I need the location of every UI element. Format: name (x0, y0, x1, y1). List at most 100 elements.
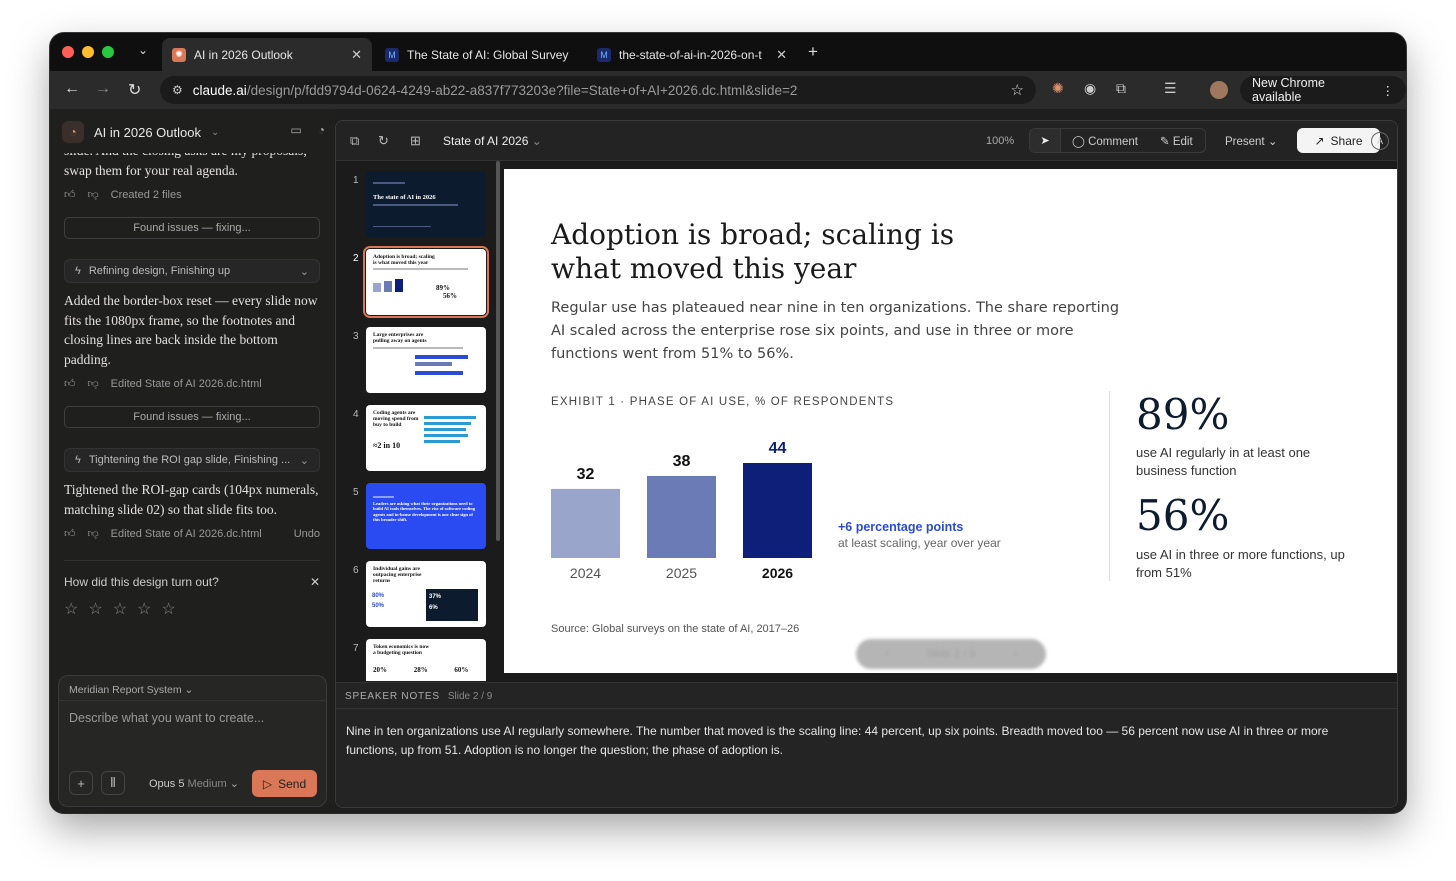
thumbnail-slide-2[interactable]: 2 Adoption is broad; scaling is what mov… (350, 246, 490, 318)
created-files-link[interactable]: Created 2 files (111, 189, 182, 201)
send-icon: ▷ (262, 776, 273, 791)
back-arrow-icon[interactable]: ← (64, 80, 80, 98)
extensions-puzzle-icon[interactable]: ⧉ (1116, 80, 1126, 97)
reload-icon[interactable]: ↻ (128, 80, 141, 100)
edit-button[interactable]: ✎ Edit (1160, 134, 1193, 148)
prompt-composer: Meridian Report System ⌄ Describe what y… (58, 675, 327, 807)
change-callout-caption: at least scaling, year over year (838, 536, 1001, 550)
source-footnote: Source: Global surveys on the state of A… (551, 623, 800, 635)
send-button[interactable]: ▷ Send (252, 770, 317, 797)
minimize-window-button[interactable] (82, 46, 94, 58)
claude-favicon-icon: ✺ (172, 47, 186, 62)
star-icon[interactable]: ☆ (88, 599, 102, 619)
thumbs-down-icon[interactable]: 👎︎ (88, 188, 99, 201)
more-menu-icon[interactable]: ⋮ (1382, 83, 1395, 98)
tab-state-of-ai-survey[interactable]: M The State of AI: Global Survey (375, 38, 585, 71)
panel-toggle-icon[interactable]: ▭ (290, 123, 301, 137)
site-settings-icon[interactable]: ⚙ (172, 83, 183, 97)
assistant-message: slide. And the closing asks are my propo… (64, 153, 307, 178)
project-title: AI in 2026 Outlook (94, 124, 201, 140)
share-icon: ↗ (1314, 133, 1325, 148)
present-button[interactable]: Present ⌄ (1225, 134, 1277, 148)
lightning-icon: ϟ (75, 265, 81, 277)
claude-extension-icon[interactable]: ✺ (1052, 80, 1064, 97)
design-system-selector[interactable]: Meridian Report System ⌄ (69, 684, 193, 696)
thumbs-up-icon[interactable]: 👍︎ (64, 377, 76, 390)
refresh-icon[interactable]: ↻ (378, 133, 389, 149)
slide-canvas[interactable]: Adoption is broad; scaling is what moved… (504, 169, 1397, 673)
undo-button[interactable]: Undo (294, 528, 320, 540)
tab-ai-outlook[interactable]: ✺ AI in 2026 Outlook ✕ (162, 38, 372, 71)
thumbs-up-icon[interactable]: 👍︎ (64, 188, 76, 201)
close-window-button[interactable] (62, 46, 74, 58)
star-icon[interactable]: ☆ (137, 599, 151, 619)
mini-bar (384, 280, 392, 292)
bar-2024 (551, 488, 620, 558)
project-header[interactable]: ◔ AI in 2026 Outlook ⌄ (62, 121, 219, 143)
user-avatar[interactable]: A (1371, 132, 1389, 150)
close-tab-icon[interactable]: ✕ (351, 47, 362, 63)
browser-toolbar: ← → ↻ ⚙ claude.ai/design/p/fdd9794d-0624… (50, 71, 1406, 109)
tab-search-icon[interactable]: ⌄ (138, 43, 148, 57)
close-tab-icon[interactable]: ✕ (776, 47, 787, 63)
step-tightening-roi[interactable]: ϟ Tightening the ROI gap slide, Finishin… (64, 448, 320, 472)
thumbnail-slide-1[interactable]: 1 The state of AI in 2026 (350, 171, 490, 237)
design-canvas-pane: ⧉ ↻ ⊞ State of AI 2026 ⌄ 100% ➤ ◯ Commen… (335, 120, 1398, 808)
next-arrow-icon[interactable]: › (1013, 648, 1017, 660)
address-bar[interactable]: ⚙ claude.ai/design/p/fdd9794d-0624-4249-… (160, 76, 1036, 104)
comment-button[interactable]: ◯ Comment (1072, 134, 1138, 148)
speaker-notes-text[interactable]: Nine in ten organizations use AI regular… (346, 722, 1366, 760)
model-selector[interactable]: Opus 5 Medium ⌄ (149, 777, 239, 790)
thumbnail-slide-3[interactable]: 3 Large enterprises are pulling away on … (350, 327, 490, 393)
prompt-input[interactable]: Describe what you want to create... (69, 711, 264, 725)
forward-arrow-icon[interactable]: → (95, 80, 111, 98)
thumbnail-slide-7[interactable]: 7 Token economics is now a budgeting que… (350, 639, 490, 681)
tab-state-of-ai-pdf[interactable]: M the-state-of-ai-in-2026-on-t ✕ (587, 38, 797, 71)
star-icon[interactable]: ☆ (113, 599, 127, 619)
maximize-window-button[interactable] (102, 46, 114, 58)
select-cursor-icon[interactable]: ➤ (1030, 129, 1061, 152)
profile-avatar[interactable] (1210, 81, 1228, 99)
tool-group: ➤ ◯ Comment ✎ Edit (1029, 128, 1206, 153)
found-issues-status[interactable]: Found issues — fixing... (64, 406, 320, 428)
voice-input-icon[interactable]: ⦀ (101, 771, 125, 795)
edited-file-link[interactable]: Edited State of AI 2026.dc.html (111, 378, 262, 390)
thumbnail-slide-4[interactable]: 4 Coding agents are moving spend from bu… (350, 405, 490, 471)
category-label: 2026 (762, 565, 793, 581)
found-issues-status[interactable]: Found issues — fixing... (64, 217, 320, 239)
speaker-notes-label: SPEAKER NOTES (345, 691, 440, 702)
thumbs-up-icon[interactable]: 👍︎ (64, 527, 76, 540)
star-icon[interactable]: ☆ (161, 599, 175, 619)
divider (1109, 391, 1110, 581)
slide-pager[interactable]: ‹ Slide 2 / 9 › (856, 639, 1046, 669)
thumbs-down-icon[interactable]: 👎︎ (88, 527, 99, 540)
thumbs-down-icon[interactable]: 👎︎ (88, 377, 99, 390)
copy-icon[interactable]: ⧉ (350, 133, 359, 149)
survey-favicon-icon: M (385, 47, 399, 62)
edited-file-link[interactable]: Edited State of AI 2026.dc.html (111, 528, 262, 540)
reading-list-icon[interactable]: ☰ (1164, 80, 1177, 97)
record-extension-icon[interactable]: ◉ (1084, 80, 1096, 97)
layout-grid-icon[interactable]: ⊞ (410, 133, 421, 149)
chevron-down-icon: ⌄ (299, 265, 309, 278)
step-refining-design[interactable]: ϟ Refining design, Finishing up ⌄ (64, 259, 320, 283)
star-icon[interactable]: ☆ (64, 599, 78, 619)
thumbnail-slide-6[interactable]: 6 Individual gains are outpacing enterpr… (350, 561, 490, 627)
file-title-dropdown[interactable]: State of AI 2026 ⌄ (443, 134, 542, 148)
design-toolbar: ⧉ ↻ ⊞ State of AI 2026 ⌄ 100% ➤ ◯ Commen… (336, 121, 1397, 161)
prev-arrow-icon[interactable]: ‹ (885, 648, 889, 660)
thumbnail-scrollbar[interactable] (496, 161, 500, 541)
divider (64, 560, 320, 561)
close-icon[interactable]: ✕ (310, 575, 320, 589)
new-tab-icon[interactable]: + (808, 42, 818, 62)
star-rating: ☆ ☆ ☆ ☆ ☆ (64, 599, 320, 619)
zoom-level[interactable]: 100% (986, 135, 1014, 147)
bookmark-star-icon[interactable]: ☆ (1011, 81, 1024, 99)
assistant-message: Tightened the ROI-gap cards (104px numer… (64, 482, 319, 517)
add-attachment-icon[interactable]: + (69, 771, 93, 795)
share-button[interactable]: ↗ Share (1297, 128, 1380, 153)
stat-text-regular-use: use AI regularly in at least one busines… (1136, 445, 1311, 478)
new-chrome-available-button[interactable]: New Chrome available ⋮ (1240, 76, 1406, 104)
thumbnail-slide-5[interactable]: 5 Leaders are asking what their organiza… (350, 483, 490, 549)
notification-bell-icon[interactable]: ◔ (318, 123, 325, 137)
